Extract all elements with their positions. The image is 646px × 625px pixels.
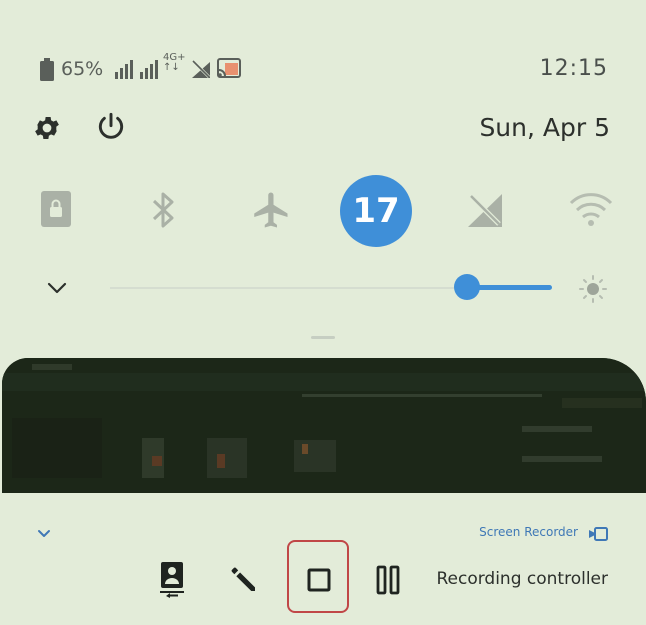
date-label: Sun, Apr 5 [479,113,610,142]
background-content [2,358,646,493]
brightness-sun-icon [579,275,607,303]
brightness-slider-thumb[interactable] [454,274,480,300]
cast-icon [217,58,241,78]
notification-title: Recording controller [436,569,608,589]
settings-gear-icon[interactable] [32,113,62,143]
bluetooth-tile[interactable] [148,190,178,230]
signal-strength-secondary-icon [140,60,158,79]
airplane-mode-tile[interactable] [248,189,292,231]
do-not-disturb-tile[interactable]: 17 [340,175,412,247]
shade-drag-handle[interactable] [311,336,335,339]
network-type-indicator: 4G+ ↑↓ [163,53,186,73]
screen-lock-tile[interactable] [40,190,72,228]
status-bar: 65% 4G+ ↑↓ 12:15 [0,50,646,90]
notification-shade: 65% 4G+ ↑↓ 12:15 Sun, Apr 5 17 Screen Re… [0,0,646,625]
brightness-slider-track[interactable] [110,287,468,289]
open-recordings-icon[interactable] [156,560,188,598]
blurred-background-image [2,358,646,493]
battery-percentage: 65% [61,58,104,80]
notification-app-name: Screen Recorder [479,525,578,539]
expand-chevron-icon[interactable] [46,280,68,296]
draw-pencil-icon[interactable] [227,563,259,595]
stop-recording-button[interactable] [305,566,333,594]
screen-recorder-app-icon [589,527,608,541]
notification-expand-chevron-icon[interactable] [36,528,52,540]
clock: 12:15 [539,56,608,81]
pause-recording-button[interactable] [374,564,402,596]
mobile-data-tile[interactable] [465,190,505,230]
signal-strength-icon [115,60,133,79]
wifi-tile[interactable] [568,190,614,228]
data-activity-arrows: ↑↓ [163,62,180,73]
battery-icon [40,58,54,81]
power-icon[interactable] [95,111,127,143]
brightness-slider-fill [468,285,552,290]
mobile-data-off-status-icon [191,59,211,79]
active-tile-counter: 17 [352,191,400,231]
